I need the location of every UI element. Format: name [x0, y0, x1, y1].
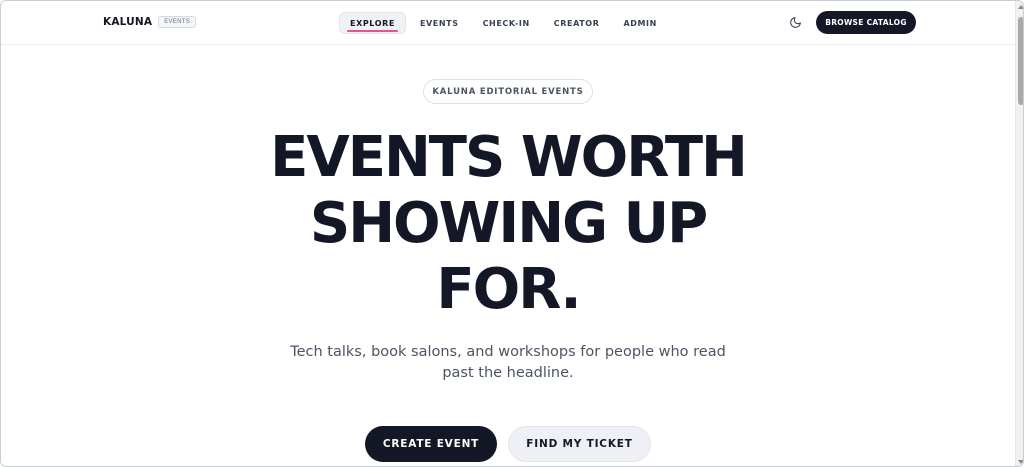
- hero-headline: EVENTS WORTH SHOWING UP FOR.: [208, 125, 808, 323]
- top-navbar: KALUNA EVENTS EXPLORE EVENTS CHECK-IN CR…: [1, 1, 1015, 45]
- nav-item-explore[interactable]: EXPLORE: [339, 12, 406, 34]
- brand-name: KALUNA: [103, 16, 153, 28]
- eyebrow-badge: KALUNA EDITORIAL EVENTS: [423, 79, 593, 104]
- main-nav: EXPLORE EVENTS CHECK-IN CREATOR ADMIN: [339, 11, 671, 35]
- nav-item-check-in[interactable]: CHECK-IN: [473, 12, 540, 34]
- hero-subtitle: Tech talks, book salons, and workshops f…: [258, 342, 758, 384]
- browse-catalog-button[interactable]: BROWSE CATALOG: [816, 11, 916, 34]
- vertical-scrollbar[interactable]: [1015, 1, 1023, 466]
- scroll-down-arrow-icon[interactable]: [1018, 460, 1023, 464]
- scroll-up-arrow-icon[interactable]: [1018, 5, 1023, 9]
- nav-item-events[interactable]: EVENTS: [410, 12, 469, 34]
- create-event-button[interactable]: CREATE EVENT: [365, 426, 497, 462]
- find-my-ticket-button[interactable]: FIND MY TICKET: [508, 426, 651, 462]
- brand-logo[interactable]: KALUNA EVENTS: [103, 16, 197, 28]
- scroll-thumb[interactable]: [1018, 17, 1023, 105]
- nav-item-admin[interactable]: ADMIN: [613, 12, 666, 34]
- headline-line: EVENTS WORTH: [270, 125, 748, 190]
- headline-line: FOR.: [436, 257, 581, 322]
- headline-line: SHOWING UP: [309, 191, 708, 256]
- nav-item-creator[interactable]: CREATOR: [544, 12, 610, 34]
- subtitle-line: past the headline.: [442, 365, 574, 381]
- subtitle-line: Tech talks, book salons, and workshops f…: [290, 344, 726, 360]
- brand-badge: EVENTS: [158, 16, 197, 28]
- app-window: KALUNA EVENTS EXPLORE EVENTS CHECK-IN CR…: [0, 0, 1024, 467]
- moon-icon[interactable]: [789, 16, 802, 29]
